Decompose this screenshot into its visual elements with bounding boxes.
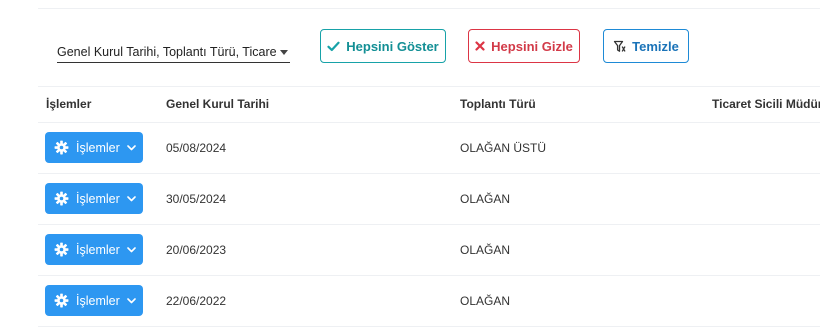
show-all-label: Hepsini Göster xyxy=(346,38,439,54)
row-actions-label: İşlemler xyxy=(76,293,120,308)
cell-meeting-type: OLAĞAN xyxy=(460,192,511,206)
gear-icon xyxy=(54,242,69,257)
table-header-row: İşlemler Genel Kurul Tarihi Toplantı Tür… xyxy=(38,86,820,123)
cell-assembly-date: 20/06/2023 xyxy=(166,243,227,257)
header-trade-registry[interactable]: Ticaret Sicili Müdürlüğü xyxy=(712,87,820,122)
cell-meeting-type: OLAĞAN ÜSTÜ xyxy=(460,141,547,155)
clear-filters-button[interactable]: Temizle xyxy=(603,29,689,63)
row-actions-button[interactable]: İşlemler xyxy=(45,234,143,265)
column-visibility-select[interactable]: Genel Kurul Tarihi, Toplantı Türü, Ticar… xyxy=(57,42,290,63)
show-all-button[interactable]: Hepsini Göster xyxy=(320,29,446,63)
hide-all-button[interactable]: Hepsini Gizle xyxy=(468,29,580,63)
row-actions-label: İşlemler xyxy=(76,140,120,155)
table-row: İşlemler 30/05/2024 OLAĞAN xyxy=(38,174,820,225)
row-actions-button[interactable]: İşlemler xyxy=(45,285,143,316)
table-row: İşlemler 05/08/2024 OLAĞAN ÜSTÜ xyxy=(38,123,820,174)
filter-clear-icon xyxy=(613,40,626,53)
header-actions[interactable]: İşlemler xyxy=(46,87,91,122)
row-actions-label: İşlemler xyxy=(76,242,120,257)
chevron-down-icon xyxy=(126,297,136,304)
chevron-down-icon xyxy=(126,195,136,202)
row-actions-button[interactable]: İşlemler xyxy=(45,132,143,163)
gear-icon xyxy=(54,140,69,155)
header-assembly-date[interactable]: Genel Kurul Tarihi xyxy=(166,87,269,122)
row-actions-label: İşlemler xyxy=(76,191,120,206)
hide-all-label: Hepsini Gizle xyxy=(491,38,573,54)
gear-icon xyxy=(54,293,69,308)
column-select-value: Genel Kurul Tarihi, Toplantı Türü, Ticar… xyxy=(57,45,276,59)
header-meeting-type[interactable]: Toplantı Türü xyxy=(460,87,536,122)
cell-assembly-date: 22/06/2022 xyxy=(166,294,227,308)
cell-assembly-date: 05/08/2024 xyxy=(166,141,227,155)
clear-label: Temizle xyxy=(632,38,679,54)
cell-meeting-type: OLAĞAN xyxy=(460,243,511,257)
check-icon xyxy=(327,41,340,52)
cell-assembly-date: 30/05/2024 xyxy=(166,192,227,206)
x-icon xyxy=(475,41,485,51)
row-actions-button[interactable]: İşlemler xyxy=(45,183,143,214)
cell-meeting-type: OLAĞAN xyxy=(460,294,511,308)
table-row: İşlemler 22/06/2022 OLAĞAN xyxy=(38,276,820,327)
chevron-down-icon xyxy=(126,144,136,151)
dropdown-caret-icon xyxy=(280,49,288,55)
general-assembly-table: İşlemler Genel Kurul Tarihi Toplantı Tür… xyxy=(38,86,820,327)
table-row: İşlemler 20/06/2023 OLAĞAN xyxy=(38,225,820,276)
gear-icon xyxy=(54,191,69,206)
table-toolbar: Genel Kurul Tarihi, Toplantı Türü, Ticar… xyxy=(0,0,820,86)
chevron-down-icon xyxy=(126,246,136,253)
